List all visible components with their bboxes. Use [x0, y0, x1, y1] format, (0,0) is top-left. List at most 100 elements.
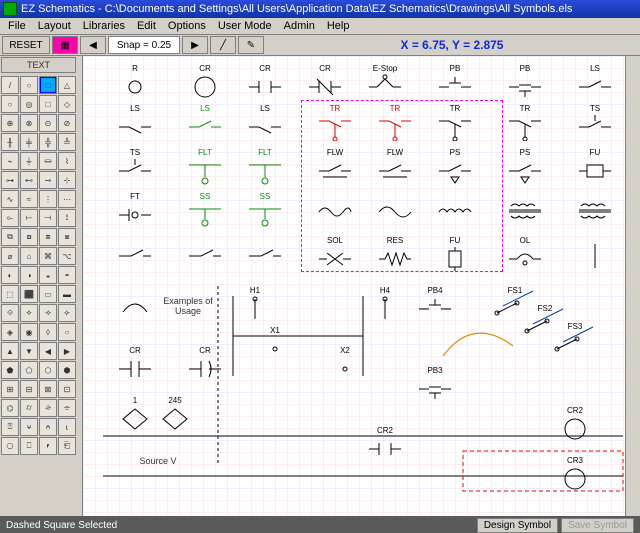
symbol-xfmr[interactable]	[573, 192, 617, 226]
palette-cell-52[interactable]: ◈	[1, 323, 19, 341]
palette-cell-7[interactable]: ◇	[58, 95, 76, 113]
palette-cell-17[interactable]: ⏚	[20, 152, 38, 170]
symbol-ts[interactable]: TS	[113, 148, 157, 182]
palette-cell-20[interactable]: ⊶	[1, 171, 19, 189]
palette-cell-14[interactable]: ╬	[39, 133, 57, 151]
symbol-sw[interactable]	[113, 236, 157, 270]
symbol-ls[interactable]: LS	[183, 104, 227, 138]
palette-cell-3[interactable]: △	[58, 76, 76, 94]
symbol-coil[interactable]	[313, 192, 357, 226]
symbol-fu[interactable]: FU	[573, 148, 617, 182]
symbol-flw[interactable]: FLW	[313, 148, 357, 182]
palette-cell-39[interactable]: ⌥	[58, 247, 76, 265]
palette-cell-24[interactable]: ∿	[1, 190, 19, 208]
palette-cell-55[interactable]: ○	[58, 323, 76, 341]
palette-cell-53[interactable]: ◉	[20, 323, 38, 341]
palette-cell-31[interactable]: ⟟	[58, 209, 76, 227]
palette-cell-54[interactable]: ◊	[39, 323, 57, 341]
drawing-canvas[interactable]: Examples of Usage Source V RCRCRCRE-Stop…	[83, 56, 640, 516]
symbol-sol[interactable]: SOL	[313, 236, 357, 270]
palette-cell-68[interactable]: ⌬	[1, 399, 19, 417]
palette-cell-23[interactable]: ⊹	[58, 171, 76, 189]
palette-cell-19[interactable]: ⌇	[58, 152, 76, 170]
palette-cell-29[interactable]: ⟝	[20, 209, 38, 227]
palette-cell-28[interactable]: ⟜	[1, 209, 19, 227]
menu-libraries[interactable]: Libraries	[77, 20, 131, 32]
tool-button-1[interactable]: ▦	[52, 36, 78, 54]
palette-cell-56[interactable]: ▲	[1, 342, 19, 360]
symbol-ss[interactable]: SS	[243, 192, 287, 226]
symbol-245[interactable]: 245	[153, 396, 197, 430]
arrow-left-button[interactable]: ◀	[80, 36, 106, 54]
symbol-1[interactable]: 1	[113, 396, 157, 430]
palette-cell-71[interactable]: ⌯	[58, 399, 76, 417]
palette-cell-13[interactable]: ╪	[20, 133, 38, 151]
symbol-h1[interactable]: H1	[233, 286, 277, 320]
palette-cell-6[interactable]: □	[39, 95, 57, 113]
symbol-flw[interactable]: FLW	[373, 148, 417, 182]
symbol-pb3[interactable]: PB3	[413, 366, 457, 400]
symbol-ol[interactable]: OL	[503, 236, 547, 270]
symbol-fu[interactable]: FU	[433, 236, 477, 270]
palette-cell-57[interactable]: ▼	[20, 342, 38, 360]
pen-tool-button[interactable]: ✎	[238, 36, 264, 54]
symbol-cr[interactable]: CR	[113, 346, 157, 380]
symbol-sw[interactable]	[183, 236, 227, 270]
symbol-ps[interactable]: PS	[433, 148, 477, 182]
symbol-ft[interactable]: FT	[113, 192, 157, 226]
palette-cell-73[interactable]: ⍱	[20, 418, 38, 436]
design-symbol-button[interactable]: Design Symbol	[477, 518, 558, 533]
symbol-res[interactable]: RES	[373, 236, 417, 270]
symbol-h4[interactable]: H4	[363, 286, 407, 320]
palette-cell-64[interactable]: ⊞	[1, 380, 19, 398]
palette-cell-70[interactable]: ⌮	[39, 399, 57, 417]
palette-cell-59[interactable]: ▶	[58, 342, 76, 360]
palette-cell-79[interactable]: ⎗	[58, 437, 76, 455]
symbol-tr[interactable]: TR	[313, 104, 357, 138]
symbol-line[interactable]	[573, 236, 617, 270]
menu-admin[interactable]: Admin	[278, 20, 321, 32]
symbol-x2[interactable]: X2	[323, 346, 367, 380]
symbol-ss[interactable]: SS	[183, 192, 227, 226]
palette-cell-25[interactable]: ≈	[20, 190, 38, 208]
palette-cell-77[interactable]: ⎕	[20, 437, 38, 455]
palette-cell-48[interactable]: ⟐	[1, 304, 19, 322]
palette-cell-0[interactable]: /	[1, 76, 19, 94]
menu-file[interactable]: File	[2, 20, 32, 32]
symbol-coil2[interactable]	[373, 192, 417, 226]
palette-cell-15[interactable]: ╩	[58, 133, 76, 151]
palette-cell-32[interactable]: ⧉	[1, 228, 19, 246]
palette-cell-63[interactable]: ⬢	[58, 361, 76, 379]
palette-cell-78[interactable]: ⎖	[39, 437, 57, 455]
palette-cell-35[interactable]: ⧆	[58, 228, 76, 246]
palette-cell-47[interactable]: ▬	[58, 285, 76, 303]
palette-cell-74[interactable]: ⍲	[39, 418, 57, 436]
symbol-ind[interactable]	[433, 192, 477, 226]
palette-cell-51[interactable]: ⟣	[58, 304, 76, 322]
palette-cell-69[interactable]: ⌭	[20, 399, 38, 417]
palette-cell-2[interactable]: □	[39, 76, 57, 94]
palette-cell-22[interactable]: ⊸	[39, 171, 57, 189]
symbol-ls[interactable]: LS	[113, 104, 157, 138]
palette-cell-66[interactable]: ⊠	[39, 380, 57, 398]
symbol-pb[interactable]: PB	[433, 64, 477, 98]
arrow-right-button[interactable]: ▶	[182, 36, 208, 54]
palette-cell-18[interactable]: ⏛	[39, 152, 57, 170]
palette-cell-45[interactable]: ⬛	[20, 285, 38, 303]
palette-cell-10[interactable]: ⊙	[39, 114, 57, 132]
palette-cell-41[interactable]: ◑	[20, 266, 38, 284]
symbol-ps[interactable]: PS	[503, 148, 547, 182]
symbol-cr2[interactable]: CR2	[553, 406, 597, 440]
symbol-cr[interactable]: CR	[303, 64, 347, 98]
palette-cell-21[interactable]: ⊷	[20, 171, 38, 189]
palette-cell-27[interactable]: ⋯	[58, 190, 76, 208]
palette-cell-46[interactable]: ▭	[39, 285, 57, 303]
palette-cell-62[interactable]: ⬡	[39, 361, 57, 379]
palette-cell-37[interactable]: ⌂	[20, 247, 38, 265]
palette-cell-58[interactable]: ◀	[39, 342, 57, 360]
symbol-tr[interactable]: TR	[433, 104, 477, 138]
symbol-cr3[interactable]: CR3	[553, 456, 597, 490]
symbol-ls[interactable]: LS	[243, 104, 287, 138]
palette-cell-16[interactable]: ⌁	[1, 152, 19, 170]
symbol-tr[interactable]: TR	[373, 104, 417, 138]
